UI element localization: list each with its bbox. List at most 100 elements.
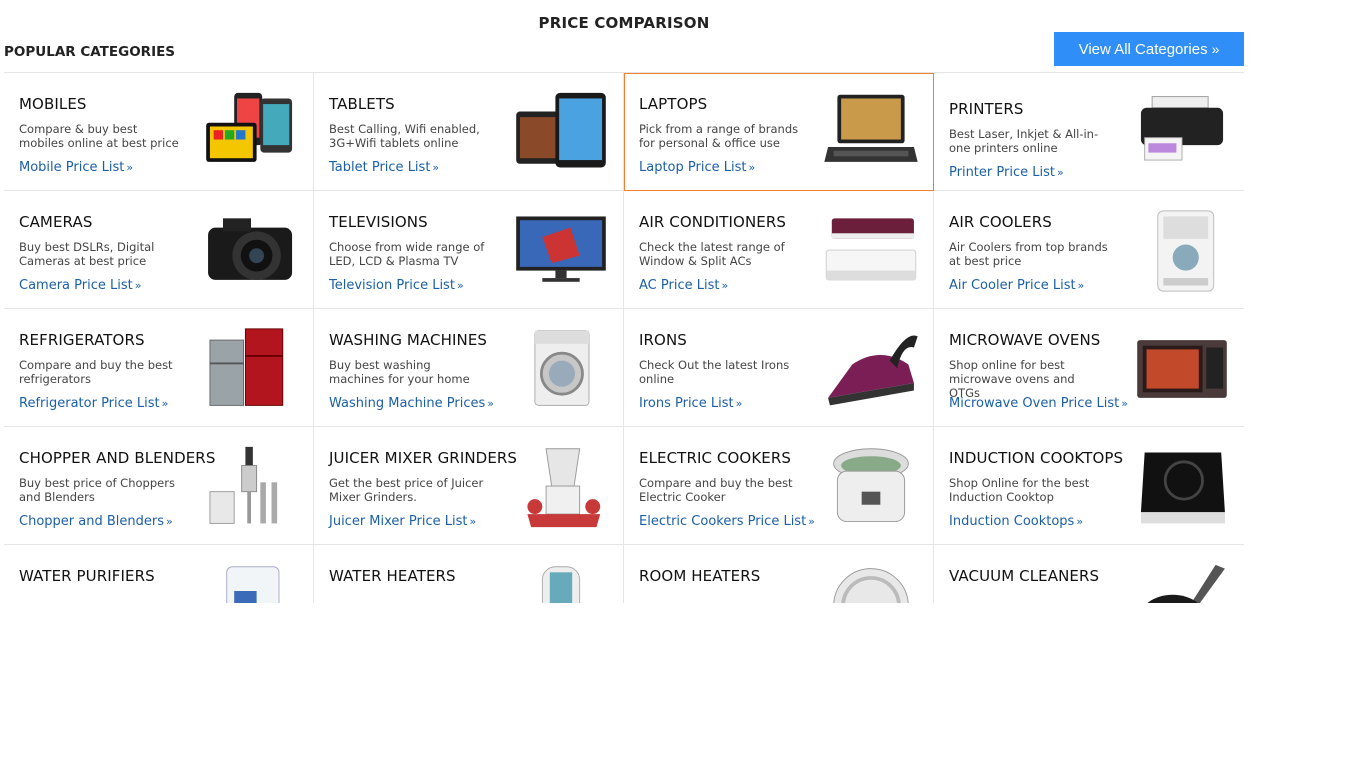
refrigerator-icon[interactable] (201, 327, 301, 411)
category-price-list-link[interactable]: Refrigerator Price List» (19, 396, 168, 411)
vacuum-cleaner-icon[interactable] (1132, 563, 1232, 603)
category-title[interactable]: TELEVISIONS (329, 213, 428, 231)
category-price-list-link[interactable]: Mobile Price List» (19, 160, 133, 175)
water-purifier-icon[interactable] (201, 563, 301, 603)
category-price-list-link[interactable]: Washing Machine Prices» (329, 396, 494, 411)
view-all-categories-button[interactable]: View All Categories» (1054, 32, 1244, 66)
category-card-room-heaters[interactable]: ROOM HEATERS (624, 545, 934, 603)
category-card-air-coolers[interactable]: AIR COOLERS Air Coolers from top brands a… (934, 191, 1244, 309)
category-title[interactable]: VACUUM CLEANERS (949, 567, 1099, 585)
category-card-printers[interactable]: PRINTERS Best Laser, Inkjet & All-in-one … (934, 73, 1244, 191)
category-price-list-link[interactable]: Induction Cooktops» (949, 514, 1083, 529)
washing-machine-icon[interactable] (511, 327, 611, 411)
category-card-microwave-ovens[interactable]: MICROWAVE OVENS Shop online for best micr… (934, 309, 1244, 427)
category-link-label: AC Price List (639, 278, 720, 293)
category-description: Best Laser, Inkjet & All-in-one printers… (949, 127, 1099, 155)
category-price-list-link[interactable]: Chopper and Blenders» (19, 514, 173, 529)
printer-icon[interactable] (1132, 91, 1232, 175)
category-price-list-link[interactable]: Irons Price List» (639, 396, 742, 411)
tablets-icon[interactable] (511, 91, 611, 175)
category-price-list-link[interactable]: Tablet Price List» (329, 160, 439, 175)
category-price-list-link[interactable]: Laptop Price List» (639, 160, 755, 175)
mixer-grinder-icon[interactable] (511, 445, 611, 529)
blender-icon[interactable] (201, 445, 301, 529)
category-card-laptops[interactable]: LAPTOPS Pick from a range of brands for p… (624, 73, 934, 191)
category-card-vacuum-cleaners[interactable]: VACUUM CLEANERS (934, 545, 1244, 603)
double-chevron-right-icon: » (456, 279, 464, 292)
category-card-water-purifiers[interactable]: WATER PURIFIERS (4, 545, 314, 603)
category-card-washing-machines[interactable]: WASHING MACHINES Buy best washing machine… (314, 309, 624, 427)
category-title[interactable]: PRINTERS (949, 100, 1024, 118)
laptop-icon[interactable] (821, 91, 921, 175)
rice-cooker-icon[interactable] (821, 445, 921, 529)
category-price-list-link[interactable]: Camera Price List» (19, 278, 141, 293)
category-title[interactable]: AIR CONDITIONERS (639, 213, 786, 231)
category-title[interactable]: WATER HEATERS (329, 567, 456, 585)
category-description: Pick from a range of brands for personal… (639, 122, 799, 150)
category-title[interactable]: WATER PURIFIERS (19, 567, 155, 585)
air-conditioner-icon[interactable] (821, 209, 921, 293)
television-icon[interactable] (511, 209, 611, 293)
category-title[interactable]: MOBILES (19, 95, 87, 113)
category-price-list-link[interactable]: Television Price List» (329, 278, 464, 293)
category-card-televisions[interactable]: TELEVISIONS Choose from wide range of LED… (314, 191, 624, 309)
category-title[interactable]: JUICER MIXER GRINDERS (329, 449, 517, 467)
category-card-mobiles[interactable]: MOBILES Compare & buy best mobiles online… (4, 73, 314, 191)
iron-icon[interactable] (821, 327, 921, 411)
page-title: PRICE COMPARISON (538, 14, 710, 32)
induction-cooktop-icon[interactable] (1132, 445, 1232, 529)
category-description: Buy best DSLRs, Digital Cameras at best … (19, 240, 155, 268)
category-link-label: Washing Machine Prices (329, 396, 486, 411)
double-chevron-right-icon: » (721, 279, 729, 292)
category-title[interactable]: INDUCTION COOKTOPS (949, 449, 1123, 467)
category-price-list-link[interactable]: Printer Price List» (949, 165, 1064, 180)
category-title[interactable]: CAMERAS (19, 213, 92, 231)
category-card-air-conditioners[interactable]: AIR CONDITIONERS Check the latest range o… (624, 191, 934, 309)
category-title[interactable]: ROOM HEATERS (639, 567, 760, 585)
category-price-list-link[interactable]: Microwave Oven Price List» (949, 396, 1128, 411)
category-link-label: Juicer Mixer Price List (329, 514, 468, 529)
double-chevron-right-icon: » (1211, 41, 1220, 57)
category-card-cameras[interactable]: CAMERAS Buy best DSLRs, Digital Cameras a… (4, 191, 314, 309)
category-description: Buy best price of Choppers and Blenders (19, 476, 175, 504)
water-heater-icon[interactable] (511, 563, 611, 603)
categories-viewport[interactable]: MOBILES Compare & buy best mobiles online… (4, 72, 1244, 603)
category-price-list-link[interactable]: Juicer Mixer Price List» (329, 514, 476, 529)
category-description: Choose from wide range of LED, LCD & Pla… (329, 240, 485, 268)
double-chevron-right-icon: » (469, 515, 477, 528)
double-chevron-right-icon: » (126, 161, 134, 174)
category-card-water-heaters[interactable]: WATER HEATERS (314, 545, 624, 603)
category-card-refrigerators[interactable]: REFRIGERATORS Compare and buy the best re… (4, 309, 314, 427)
category-card-juicer-mixer[interactable]: JUICER MIXER GRINDERS Get the best price … (314, 427, 624, 545)
category-title[interactable]: LAPTOPS (639, 95, 707, 113)
microwave-icon[interactable] (1132, 327, 1232, 411)
category-title[interactable]: REFRIGERATORS (19, 331, 145, 349)
category-price-list-link[interactable]: AC Price List» (639, 278, 728, 293)
category-card-electric-cookers[interactable]: ELECTRIC COOKERS Compare and buy the best… (624, 427, 934, 545)
category-link-label: Camera Price List (19, 278, 133, 293)
category-description: Shop Online for the best Induction Cookt… (949, 476, 1090, 504)
category-title[interactable]: ELECTRIC COOKERS (639, 449, 791, 467)
camera-icon[interactable] (201, 209, 301, 293)
double-chevron-right-icon: » (134, 279, 142, 292)
category-card-irons[interactable]: IRONS Check Out the latest Irons online Ir… (624, 309, 934, 427)
category-title[interactable]: CHOPPER AND BLENDERS (19, 449, 215, 467)
category-title[interactable]: WASHING MACHINES (329, 331, 487, 349)
room-heater-icon[interactable] (821, 563, 921, 603)
category-title[interactable]: MICROWAVE OVENS (949, 331, 1100, 349)
air-cooler-icon[interactable] (1132, 209, 1232, 293)
double-chevron-right-icon: » (1076, 515, 1084, 528)
category-title[interactable]: AIR COOLERS (949, 213, 1052, 231)
category-card-chopper-blenders[interactable]: CHOPPER AND BLENDERS Buy best price of Ch… (4, 427, 314, 545)
category-link-label: Irons Price List (639, 396, 734, 411)
category-card-induction-cooktops[interactable]: INDUCTION COOKTOPS Shop Online for the be… (934, 427, 1244, 545)
category-price-list-link[interactable]: Electric Cookers Price List» (639, 514, 815, 529)
category-link-label: Printer Price List (949, 165, 1055, 180)
double-chevron-right-icon: » (808, 515, 815, 528)
category-title[interactable]: IRONS (639, 331, 687, 349)
category-price-list-link[interactable]: Air Cooler Price List» (949, 278, 1084, 293)
category-card-tablets[interactable]: TABLETS Best Calling, Wifi enabled, 3G+Wi… (314, 73, 624, 191)
category-title[interactable]: TABLETS (329, 95, 395, 113)
double-chevron-right-icon: » (432, 161, 440, 174)
smartphones-icon[interactable] (201, 91, 301, 175)
